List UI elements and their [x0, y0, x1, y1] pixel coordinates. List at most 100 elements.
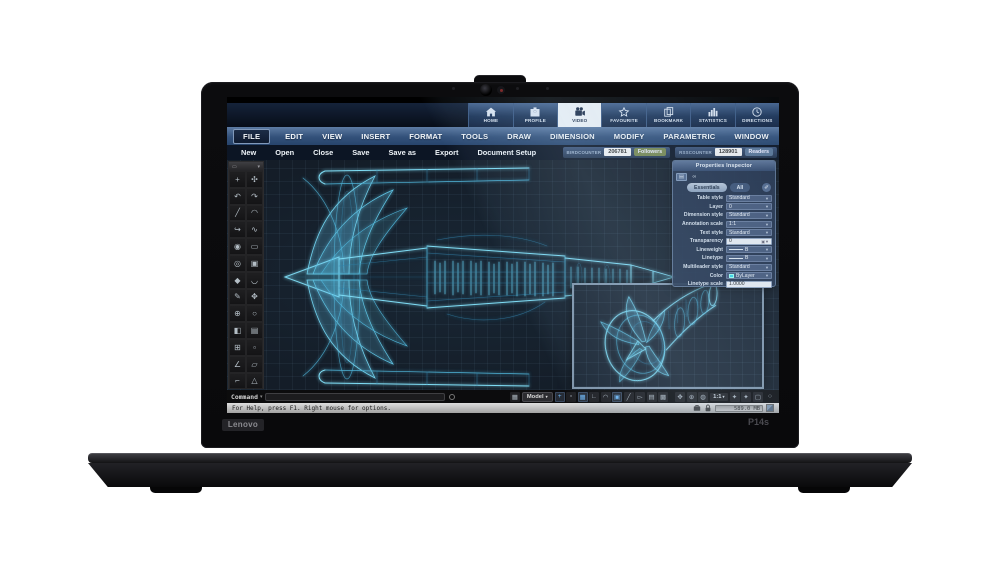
layer-select[interactable]: 0▼ [726, 203, 772, 210]
menu-item[interactable]: PARAMETRIC [659, 130, 719, 143]
tool-button[interactable]: ◠ [246, 205, 263, 222]
tab-video[interactable]: VIDEO [557, 103, 601, 127]
menu-item[interactable]: VIEW [318, 130, 346, 143]
annotation-scale-select[interactable]: 1:1▼ [726, 221, 772, 228]
command-record-icon[interactable] [449, 394, 455, 400]
tool-button[interactable]: ◆ [229, 272, 246, 289]
list-tab-icon[interactable]: ▤ [676, 173, 687, 181]
tab-bookmark[interactable]: BOOKMARK [646, 103, 690, 127]
pencil-icon[interactable]: ✐ [762, 183, 771, 192]
dimension-style-select[interactable]: Standard▼ [726, 212, 772, 219]
tool-button[interactable]: ◡ [246, 272, 263, 289]
tab-home[interactable]: HOME [468, 103, 512, 127]
tool-button[interactable]: ▣ [246, 255, 263, 272]
tool-button[interactable]: ∿ [246, 221, 263, 238]
multileader-style-select[interactable]: Standard▼ [726, 264, 772, 271]
network-status-icon[interactable] [766, 404, 774, 412]
menu-item[interactable]: FILE [233, 129, 270, 144]
draw-mode-icon[interactable]: ▦ [578, 392, 588, 402]
draw-mode-icon[interactable]: ▣ [612, 392, 622, 402]
tool-button[interactable]: ∠ [229, 356, 246, 373]
all-pill[interactable]: All [730, 183, 751, 192]
tool-button[interactable]: ▤ [246, 322, 263, 339]
menu-item[interactable]: EDIT [281, 130, 307, 143]
briefcase-icon[interactable] [693, 404, 701, 412]
menu-item[interactable]: FORMAT [405, 130, 446, 143]
perspective-viewport[interactable] [572, 283, 764, 389]
tool-button[interactable]: ✣ [246, 171, 263, 188]
tool-button[interactable]: ◧ [229, 322, 246, 339]
menu-item[interactable]: DIMENSION [546, 130, 599, 143]
transparency-input[interactable]: 0▣▼ [726, 238, 772, 245]
lineweight-select[interactable]: B▼ [726, 246, 772, 253]
file-action-document-setup[interactable]: Document Setup [477, 148, 536, 157]
draw-mode-icon[interactable]: ╱ [624, 392, 634, 402]
tool-button[interactable]: ↶ [229, 188, 246, 205]
draw-mode-icon[interactable]: ▩ [658, 392, 668, 402]
command-input[interactable] [265, 393, 445, 401]
nav-icon[interactable]: ✥ [675, 392, 685, 402]
draw-mode-icon[interactable]: ◠ [601, 392, 611, 402]
file-action-export[interactable]: Export [435, 148, 458, 157]
lenovo-logo: Lenovo [222, 419, 264, 431]
link-tab-icon[interactable]: ∞ [689, 173, 700, 181]
file-action-save-as[interactable]: Save as [389, 148, 417, 157]
tool-button[interactable]: ⊞ [229, 339, 246, 356]
linetype-select[interactable]: B▼ [726, 255, 772, 262]
tab-statistics[interactable]: STATISTICS [690, 103, 734, 127]
tab-favourite[interactable]: FAVOURITE [601, 103, 645, 127]
table-style-select[interactable]: Standard▼ [726, 195, 772, 202]
tool-button[interactable]: ╱ [229, 205, 246, 222]
menu-item[interactable]: DRAW [503, 130, 535, 143]
file-action-open[interactable]: Open [275, 148, 294, 157]
tool-button[interactable]: ▱ [246, 356, 263, 373]
status-end-icon[interactable]: ○ [765, 392, 775, 402]
menu-item[interactable]: INSERT [357, 130, 394, 143]
tool-button[interactable]: ◎ [229, 255, 246, 272]
annotation-icon[interactable]: ✦ [741, 392, 751, 402]
panel-title[interactable]: Properties Inspector [673, 161, 775, 171]
annotation-scale-button[interactable]: 1:1▾ [710, 393, 727, 401]
draw-mode-icon[interactable]: + [555, 392, 565, 402]
tool-button[interactable]: △ [246, 373, 263, 390]
menu-item[interactable]: WINDOW [730, 130, 773, 143]
tool-button[interactable]: ↪ [229, 221, 246, 238]
readers-button[interactable]: Readers [745, 148, 773, 156]
draw-mode-icon[interactable]: ▻ [635, 392, 645, 402]
file-action-new[interactable]: New [241, 148, 256, 157]
tool-button[interactable]: + [229, 171, 246, 188]
followers-button[interactable]: Followers [634, 148, 666, 156]
lock-icon[interactable] [704, 404, 712, 412]
tab-directions[interactable]: DIRECTIONS [735, 103, 779, 127]
annotation-icon[interactable]: ✦ [730, 392, 740, 402]
tool-button[interactable]: ▭ [246, 238, 263, 255]
nav-icon[interactable]: ◍ [698, 392, 708, 402]
menu-item[interactable]: TOOLS [457, 130, 492, 143]
draw-mode-icon[interactable]: ▫ [566, 392, 576, 402]
fullscreen-icon[interactable]: ▢ [753, 392, 763, 402]
model-space-button[interactable]: Model▾ [522, 392, 553, 402]
nav-icon[interactable]: ⊕ [687, 392, 697, 402]
tool-button[interactable]: ✥ [246, 289, 263, 306]
menu-item[interactable]: MODIFY [610, 130, 649, 143]
tool-button[interactable]: ↷ [246, 188, 263, 205]
draw-mode-icon[interactable]: ∟ [589, 392, 599, 402]
tool-palette-header[interactable]: ▭ ▾ [229, 162, 263, 171]
tool-button[interactable]: ◉ [229, 238, 246, 255]
chevron-down-icon[interactable]: ▾ [260, 394, 263, 400]
draw-mode-icon[interactable]: ▤ [647, 392, 657, 402]
tab-profile[interactable]: PROFILE [513, 103, 557, 127]
tool-button[interactable]: ⌐ [229, 373, 246, 390]
tool-button[interactable]: ⊕ [229, 305, 246, 322]
tool-button[interactable]: ✎ [229, 289, 246, 306]
color-select[interactable]: ByLayer▼ [726, 272, 772, 279]
text-style-select[interactable]: Standard▼ [726, 229, 772, 236]
layout-grid-icon[interactable]: ▦ [510, 392, 520, 402]
linetype-scale-input[interactable]: 1.0000 [726, 281, 772, 288]
tool-button[interactable]: ▫ [246, 339, 263, 356]
tool-button[interactable]: ○ [246, 305, 263, 322]
file-action-close[interactable]: Close [313, 148, 333, 157]
stepper-icon[interactable]: ▣▼ [761, 239, 769, 244]
essentials-pill[interactable]: Essentials [687, 183, 727, 192]
file-action-save[interactable]: Save [352, 148, 369, 157]
